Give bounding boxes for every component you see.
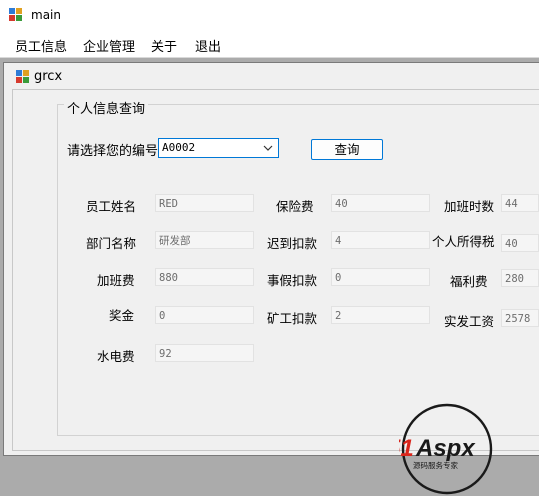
- utilities-label: 水电费: [97, 349, 135, 364]
- name-field[interactable]: RED: [155, 194, 254, 212]
- late-deduction-field[interactable]: 4: [331, 231, 430, 249]
- child-app-icon: [16, 70, 29, 83]
- welfare-field[interactable]: 280: [501, 269, 539, 287]
- overtime-pay-label: 加班费: [97, 273, 135, 288]
- net-salary-label: 实发工资: [444, 314, 495, 329]
- menu-item-about[interactable]: 关于: [151, 36, 177, 55]
- employee-id-combobox[interactable]: A0002: [158, 138, 279, 158]
- insurance-label: 保险费: [276, 199, 314, 214]
- absence-deduction-label: 矿工扣款: [267, 311, 318, 326]
- watermark-brand-num: 51: [399, 435, 414, 462]
- welfare-label: 福利费: [450, 274, 488, 289]
- overtime-hours-field[interactable]: 44: [501, 194, 539, 212]
- overtime-hours-label: 加班时数: [444, 199, 495, 214]
- menu-item-enterprise-management[interactable]: 企业管理: [83, 36, 135, 55]
- overtime-pay-field[interactable]: 880: [155, 268, 254, 286]
- app-icon: [9, 8, 23, 22]
- menu-item-employee-info[interactable]: 员工信息: [15, 36, 67, 55]
- watermark-logo: 51 Aspx 源码服务专家: [399, 403, 493, 495]
- income-tax-label: 个人所得税: [432, 234, 495, 249]
- child-title-bar: grcx: [4, 63, 539, 89]
- bonus-field[interactable]: 0: [155, 306, 254, 324]
- query-button[interactable]: 查询: [311, 139, 383, 160]
- employee-id-label: 请选择您的编号: [67, 144, 159, 159]
- child-window-title: grcx: [34, 69, 63, 84]
- menu-bar: 员工信息 企业管理 关于 退出: [0, 30, 539, 58]
- department-label: 部门名称: [86, 236, 137, 251]
- main-window-title: main: [31, 8, 61, 22]
- name-label: 员工姓名: [86, 199, 137, 214]
- chevron-down-icon: [263, 145, 273, 151]
- main-title-bar: main: [0, 0, 539, 30]
- groupbox-title: 个人信息查询: [64, 98, 149, 117]
- leave-deduction-label: 事假扣款: [267, 273, 318, 288]
- employee-id-selected-value: A0002: [162, 141, 196, 154]
- net-salary-field[interactable]: 2578: [501, 309, 539, 327]
- utilities-field[interactable]: 92: [155, 344, 254, 362]
- department-field[interactable]: 研发部: [155, 231, 254, 249]
- bonus-label: 奖金: [109, 308, 135, 323]
- absence-deduction-field[interactable]: 2: [331, 306, 430, 324]
- insurance-field[interactable]: 40: [331, 194, 430, 212]
- watermark-brand-text: Aspx: [415, 435, 476, 462]
- late-deduction-label: 迟到扣款: [267, 236, 318, 251]
- leave-deduction-field[interactable]: 0: [331, 268, 430, 286]
- watermark-tagline: 源码服务专家: [413, 460, 458, 470]
- income-tax-field[interactable]: 40: [501, 234, 539, 252]
- menu-item-exit[interactable]: 退出: [195, 36, 221, 55]
